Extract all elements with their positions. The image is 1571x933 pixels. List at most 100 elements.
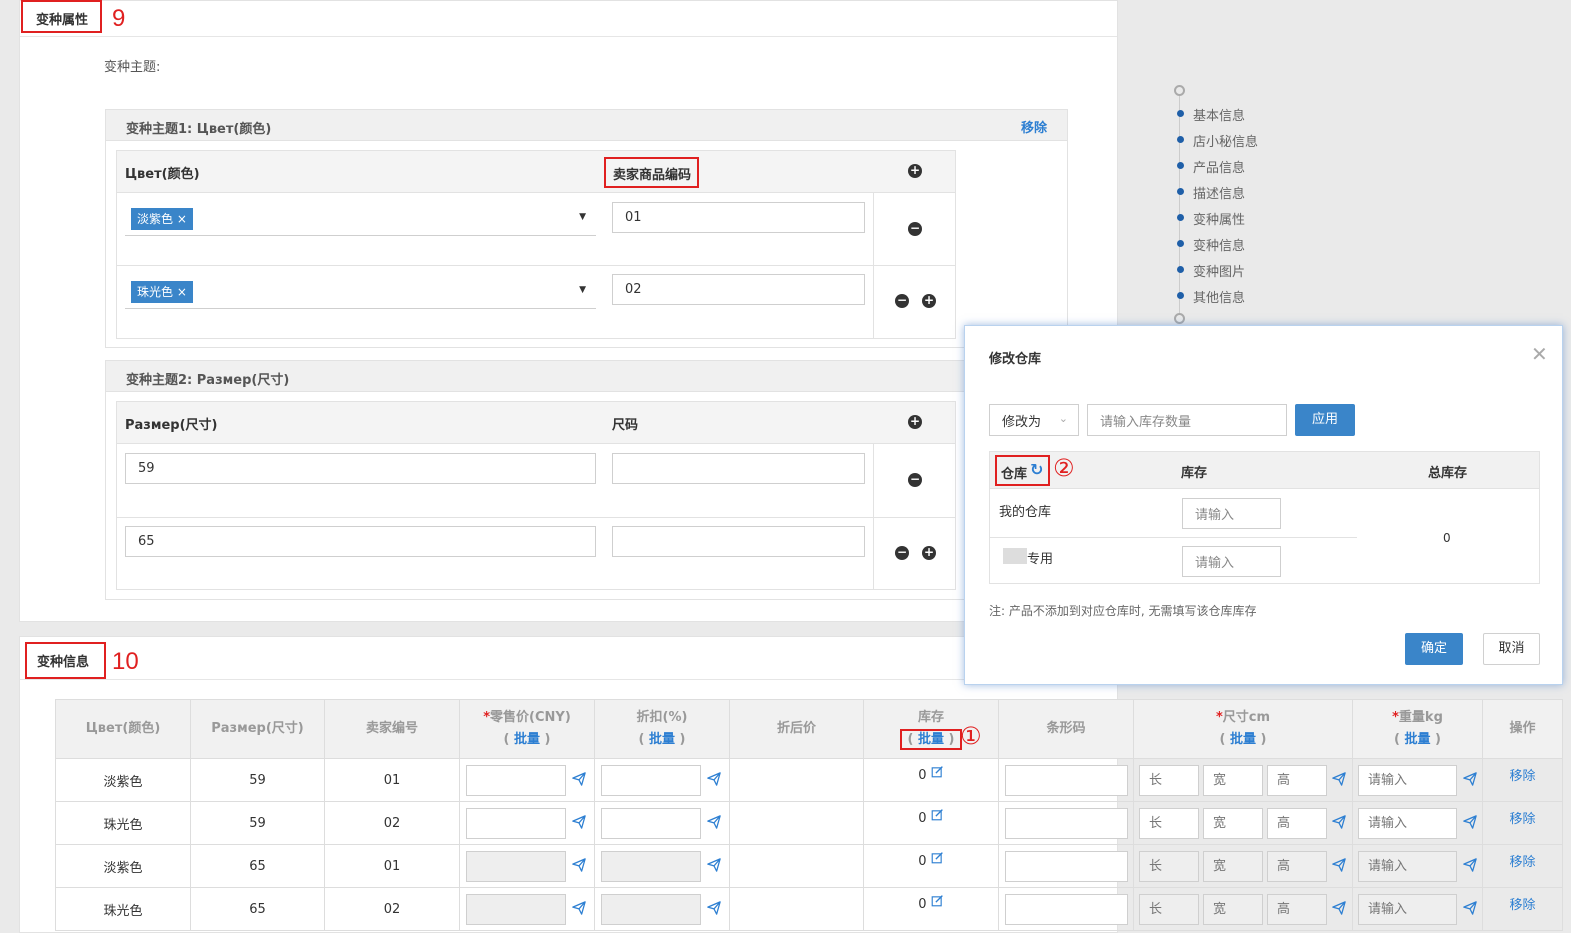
- edit-icon[interactable]: [931, 851, 944, 868]
- send-icon[interactable]: [1463, 901, 1477, 915]
- edit-icon[interactable]: [931, 765, 944, 782]
- col-discount: 折扣(%)( 批量 ): [594, 699, 730, 759]
- edit-icon[interactable]: [931, 808, 944, 825]
- size-value-input-row1[interactable]: 59: [125, 453, 596, 484]
- weight-input[interactable]: 请输入: [1358, 765, 1457, 796]
- batch-link[interactable]: 批量: [1230, 732, 1256, 747]
- batch-link[interactable]: 批量: [1404, 732, 1430, 747]
- theme2-col-size-code: 尺码: [612, 418, 639, 433]
- cancel-button[interactable]: 取消: [1483, 633, 1540, 665]
- nav-dot: [1177, 136, 1184, 143]
- apply-button[interactable]: 应用: [1295, 404, 1355, 436]
- tag-close-icon[interactable]: ×: [177, 212, 187, 226]
- retail-price-input[interactable]: [466, 894, 566, 925]
- col-retail-price-label: 零售价(CNY): [490, 710, 571, 725]
- add-row-icon[interactable]: +: [908, 415, 922, 429]
- send-icon[interactable]: [1332, 858, 1346, 872]
- send-icon[interactable]: [707, 858, 721, 872]
- width-input[interactable]: 宽: [1203, 851, 1263, 882]
- add-row-icon[interactable]: +: [922, 546, 936, 560]
- warehouse-stock-input-row1[interactable]: 请输入: [1182, 498, 1281, 529]
- discount-input[interactable]: [601, 765, 701, 796]
- batch-link[interactable]: 批量: [918, 732, 944, 747]
- height-input[interactable]: 高: [1267, 851, 1327, 882]
- remove-row-icon[interactable]: −: [908, 222, 922, 236]
- weight-input[interactable]: 请输入: [1358, 808, 1457, 839]
- cell-discount: [594, 758, 730, 802]
- retail-price-input[interactable]: [466, 851, 566, 882]
- variant-theme1-header: 变种主题1: Цвет(颜色) 移除: [105, 109, 1068, 141]
- remove-row-icon[interactable]: −: [908, 473, 922, 487]
- remove-link[interactable]: 移除: [1509, 769, 1535, 784]
- height-input[interactable]: 高: [1267, 765, 1327, 796]
- tag-close-icon[interactable]: ×: [177, 285, 187, 299]
- send-icon[interactable]: [707, 772, 721, 786]
- retail-price-input[interactable]: [466, 765, 566, 796]
- size-code-input-row2[interactable]: [612, 526, 865, 557]
- size-code-input-row1[interactable]: [612, 453, 865, 484]
- col-weight-label: 重量kg: [1398, 710, 1443, 725]
- annotation-circle-2: ②: [1053, 454, 1075, 482]
- color-select-row2[interactable]: 珠光色 × ▼: [125, 276, 596, 309]
- length-input[interactable]: 长: [1139, 851, 1199, 882]
- width-input[interactable]: 宽: [1203, 894, 1263, 925]
- add-row-icon[interactable]: +: [922, 294, 936, 308]
- height-input[interactable]: 高: [1267, 894, 1327, 925]
- width-input[interactable]: 宽: [1203, 765, 1263, 796]
- barcode-input[interactable]: [1005, 851, 1128, 882]
- variant-theme1-remove-link[interactable]: 移除: [1021, 117, 1047, 136]
- length-input[interactable]: 长: [1139, 808, 1199, 839]
- width-input[interactable]: 宽: [1203, 808, 1263, 839]
- send-icon[interactable]: [1332, 815, 1346, 829]
- length-input[interactable]: 长: [1139, 894, 1199, 925]
- refresh-icon[interactable]: ↻: [1030, 460, 1043, 479]
- seller-code-input-row2[interactable]: 02: [612, 274, 865, 305]
- remove-row-icon[interactable]: −: [895, 294, 909, 308]
- send-icon[interactable]: [1463, 772, 1477, 786]
- discount-input[interactable]: [601, 894, 701, 925]
- send-icon[interactable]: [1332, 772, 1346, 786]
- cell-discount: [594, 844, 730, 888]
- send-icon[interactable]: [1463, 815, 1477, 829]
- height-input[interactable]: 高: [1267, 808, 1327, 839]
- send-icon[interactable]: [707, 901, 721, 915]
- barcode-input[interactable]: [1005, 808, 1128, 839]
- send-icon[interactable]: [707, 815, 721, 829]
- remove-link[interactable]: 移除: [1509, 898, 1535, 913]
- remove-row-icon[interactable]: −: [895, 546, 909, 560]
- stock-quantity-input[interactable]: 请输入库存数量: [1087, 404, 1287, 436]
- edit-icon[interactable]: [931, 894, 944, 911]
- color-select-row1[interactable]: 淡紫色 × ▼: [125, 203, 596, 236]
- cell-size: 59: [190, 758, 325, 802]
- stock-value: 0: [918, 767, 927, 783]
- barcode-input[interactable]: [1005, 765, 1128, 796]
- batch-link[interactable]: 批量: [649, 732, 675, 747]
- send-icon[interactable]: [1463, 858, 1477, 872]
- send-icon[interactable]: [572, 901, 586, 915]
- side-nav-label: 变种信息: [1193, 239, 1246, 254]
- dialog-note: 注: 产品不添加到对应仓库时, 无需填写该仓库库存: [989, 604, 1257, 618]
- confirm-button[interactable]: 确定: [1405, 633, 1463, 665]
- barcode-input[interactable]: [1005, 894, 1128, 925]
- send-icon[interactable]: [572, 858, 586, 872]
- cell-seller-code: 02: [324, 801, 460, 845]
- send-icon[interactable]: [1332, 901, 1346, 915]
- add-row-icon[interactable]: +: [908, 164, 922, 178]
- weight-input[interactable]: 请输入: [1358, 894, 1457, 925]
- remove-link[interactable]: 移除: [1509, 812, 1535, 827]
- remove-link[interactable]: 移除: [1509, 855, 1535, 870]
- mode-select-value: 修改为: [1002, 414, 1042, 430]
- discount-input[interactable]: [601, 808, 701, 839]
- mode-select[interactable]: 修改为 ⌄: [989, 404, 1079, 436]
- retail-price-input[interactable]: [466, 808, 566, 839]
- weight-input[interactable]: 请输入: [1358, 851, 1457, 882]
- send-icon[interactable]: [572, 815, 586, 829]
- discount-input[interactable]: [601, 851, 701, 882]
- size-value-input-row2[interactable]: 65: [125, 526, 596, 557]
- length-input[interactable]: 长: [1139, 765, 1199, 796]
- warehouse-stock-input-row2[interactable]: 请输入: [1182, 546, 1281, 577]
- send-icon[interactable]: [572, 772, 586, 786]
- close-icon[interactable]: ✕: [1531, 342, 1548, 366]
- batch-link[interactable]: 批量: [514, 732, 540, 747]
- seller-code-input-row1[interactable]: 01: [612, 202, 865, 233]
